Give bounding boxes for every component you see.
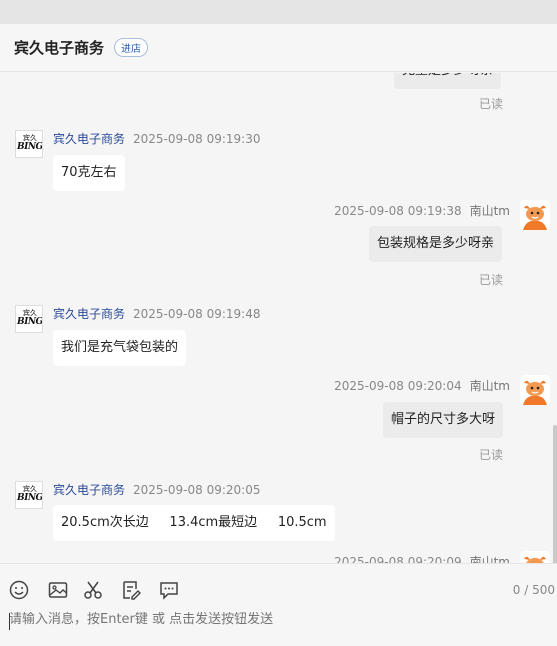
user-avatar[interactable] bbox=[520, 375, 550, 405]
message-meta: 2025-09-08 09:20:04 南山tm bbox=[334, 377, 510, 394]
cartoon-avatar-icon bbox=[523, 380, 547, 405]
note-icon[interactable] bbox=[120, 579, 142, 601]
window-top-strip bbox=[0, 0, 557, 24]
cartoon-avatar-icon bbox=[524, 556, 546, 563]
message-meta: 2025-09-08 09:19:38 南山tm bbox=[334, 202, 510, 219]
sender-name: 南山tm bbox=[469, 379, 510, 393]
message-bubble: 70克左右 bbox=[53, 155, 125, 191]
chat-header: 宾久电子商务 进店 bbox=[0, 24, 557, 72]
user-avatar[interactable] bbox=[520, 200, 550, 230]
sender-name: 南山tm bbox=[469, 204, 510, 218]
message-time: 2025-09-08 09:20:04 bbox=[334, 379, 462, 393]
user-avatar[interactable] bbox=[520, 551, 550, 563]
message-list[interactable]: 克重是多少呀亲 已读 宾久 BINGO 宾久电子商务 2025-09-08 09:… bbox=[0, 73, 557, 563]
message-meta: 宾久电子商务 2025-09-08 09:19:30 bbox=[53, 130, 260, 147]
read-status: 已读 bbox=[479, 448, 504, 462]
message-time: 2025-09-08 09:19:30 bbox=[133, 132, 261, 146]
sender-name: 宾久电子商务 bbox=[53, 132, 126, 146]
sender-name: 宾久电子商务 bbox=[53, 307, 126, 321]
message-time: 2025-09-08 09:19:38 bbox=[334, 204, 462, 218]
message-meta: 宾久电子商务 2025-09-08 09:20:05 bbox=[53, 481, 260, 498]
image-icon[interactable] bbox=[47, 579, 69, 601]
sender-name: 宾久电子商务 bbox=[53, 483, 126, 497]
message-time: 2025-09-08 09:19:48 bbox=[133, 307, 261, 321]
message-input[interactable] bbox=[9, 612, 549, 627]
message-time: 2025-09-08 09:20:05 bbox=[133, 483, 261, 497]
cartoon-avatar-icon bbox=[523, 205, 547, 230]
message-bubble: 帽子的尺寸多大呀 bbox=[383, 402, 504, 438]
read-status: 已读 bbox=[479, 97, 504, 111]
read-status: 已读 bbox=[479, 273, 504, 287]
scissors-icon[interactable] bbox=[82, 579, 104, 601]
message-time: 2025-09-08 09:20:09 bbox=[334, 555, 462, 563]
message-meta: 宾久电子商务 2025-09-08 09:19:48 bbox=[53, 305, 260, 322]
shop-avatar[interactable]: 宾久 BINGO bbox=[15, 305, 43, 333]
shop-name: 宾久电子商务 bbox=[14, 39, 105, 57]
message-bubble: 包装规格是多少呀亲 bbox=[369, 226, 503, 262]
shop-avatar[interactable]: 宾久 BINGO bbox=[15, 481, 43, 509]
message-bubble: 克重是多少呀亲 bbox=[394, 73, 502, 89]
sender-name: 南山tm bbox=[469, 555, 510, 563]
enter-shop-button[interactable]: 进店 bbox=[114, 38, 149, 57]
message-meta: 2025-09-08 09:20:09 南山tm bbox=[334, 553, 510, 563]
scrollbar-thumb[interactable] bbox=[553, 425, 557, 563]
char-counter: 0 / 500 bbox=[512, 583, 555, 597]
chat-icon[interactable] bbox=[158, 579, 180, 601]
shop-avatar[interactable]: 宾久 BINGO bbox=[15, 130, 43, 158]
emoji-icon[interactable] bbox=[8, 579, 30, 601]
text-caret bbox=[9, 613, 10, 630]
message-bubble: 20.5cm次长边 13.4cm最短边 10.5cm bbox=[53, 505, 335, 541]
composer: 0 / 500 bbox=[0, 563, 557, 646]
message-bubble: 我们是充气袋包装的 bbox=[53, 330, 187, 366]
